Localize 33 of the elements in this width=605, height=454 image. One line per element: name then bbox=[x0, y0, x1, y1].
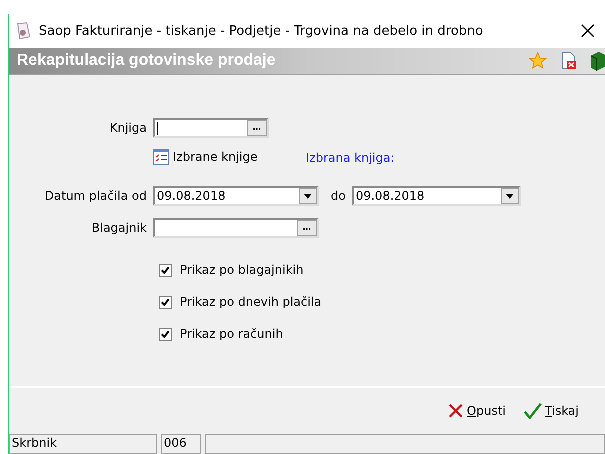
dropdown-icon[interactable] bbox=[500, 188, 519, 204]
book-field[interactable]: ... bbox=[153, 118, 269, 138]
checkbox[interactable] bbox=[159, 296, 172, 308]
field-label: do bbox=[331, 189, 346, 203]
cashier-field[interactable]: ... bbox=[153, 218, 319, 238]
star-icon[interactable] bbox=[529, 52, 547, 70]
text-cursor bbox=[157, 122, 158, 134]
app-icon bbox=[15, 22, 31, 40]
checkbox[interactable] bbox=[159, 328, 172, 340]
delete-document-icon[interactable] bbox=[561, 52, 577, 70]
print-button[interactable]: Tiskaj bbox=[522, 401, 581, 421]
date-from-field[interactable]: 09.08.2018 bbox=[153, 186, 319, 206]
checklist-icon bbox=[153, 149, 169, 165]
browse-button[interactable]: ... bbox=[297, 220, 317, 236]
cancel-button[interactable]: Opusti bbox=[446, 401, 508, 421]
selected-book-label: Izbrana knjiga: bbox=[306, 151, 395, 165]
option-checkbox[interactable]: Prikaz po blagajnikih bbox=[159, 263, 304, 277]
date-to-field[interactable]: 09.08.2018 bbox=[352, 186, 521, 206]
option-checkbox[interactable]: Prikaz po dnevih plačila bbox=[159, 295, 322, 309]
check-icon bbox=[524, 403, 542, 419]
field-label: Blagajnik bbox=[90, 221, 148, 235]
checkbox[interactable] bbox=[159, 264, 172, 276]
browse-button[interactable]: ... bbox=[247, 120, 267, 136]
cross-icon bbox=[448, 403, 464, 419]
window-title: Saop Fakturiranje - tiskanje - Podjetje - Trgovina na debelo in drobno bbox=[39, 24, 484, 38]
dialog-title: Rekapitulacija gotovinske prodaje bbox=[17, 52, 277, 70]
status-cell: 006 bbox=[161, 434, 201, 454]
field-label: Knjiga bbox=[108, 121, 148, 135]
field-label: Datum plačila od bbox=[44, 189, 148, 203]
option-checkbox[interactable]: Prikaz po računih bbox=[159, 327, 284, 341]
dropdown-icon[interactable] bbox=[299, 188, 317, 204]
selected-books-link[interactable]: Izbrane knjige bbox=[153, 149, 258, 165]
status-cell: Skrbnik bbox=[9, 434, 157, 454]
